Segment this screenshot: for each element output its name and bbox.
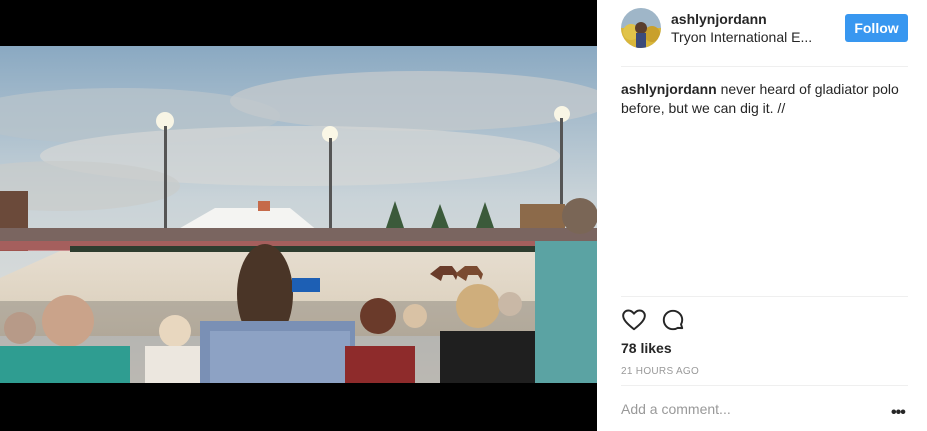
- caption: ashlynjordann never heard of gladiator p…: [621, 80, 909, 118]
- likes-count[interactable]: 78 likes: [621, 340, 672, 356]
- heart-icon[interactable]: [621, 307, 647, 333]
- post-panel: ashlynjordann Tryon International E... F…: [597, 0, 927, 431]
- post-media: [0, 0, 597, 431]
- follow-button[interactable]: Follow: [845, 14, 908, 42]
- comment-input[interactable]: Add a comment...: [621, 401, 731, 417]
- caption-username-link[interactable]: ashlynjordann: [621, 81, 717, 97]
- header-divider: [621, 66, 908, 67]
- location-link[interactable]: Tryon International E...: [671, 29, 812, 45]
- post-photo[interactable]: [0, 46, 597, 383]
- post-header: ashlynjordann Tryon International E... F…: [597, 0, 927, 66]
- post-timestamp[interactable]: 21 HOURS AGO: [621, 366, 699, 377]
- actions-divider: [621, 296, 908, 297]
- more-options-icon[interactable]: •••: [891, 404, 906, 422]
- username-link[interactable]: ashlynjordann: [671, 11, 767, 27]
- avatar[interactable]: [621, 8, 661, 48]
- comment-divider: [621, 385, 908, 386]
- comment-icon[interactable]: [660, 307, 686, 333]
